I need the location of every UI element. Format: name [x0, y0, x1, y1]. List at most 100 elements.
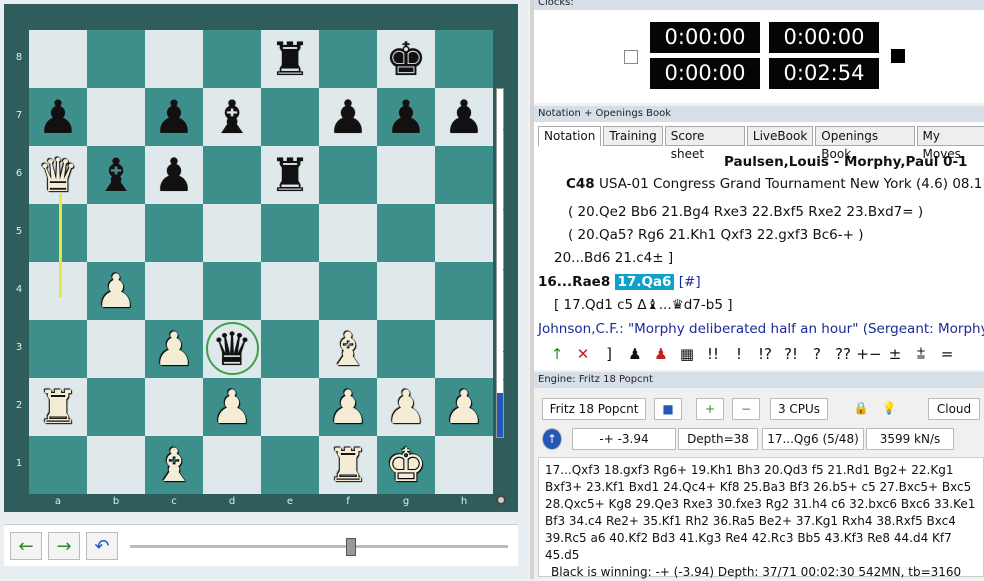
zoom-out-icon[interactable]: − [732, 398, 760, 420]
square-e3[interactable] [261, 320, 319, 378]
square-d2[interactable]: ♟ [203, 378, 261, 436]
notation-body[interactable]: Paulsen,Louis - Morphy,Paul 0-1 C48 USA-… [534, 150, 984, 340]
square-e8[interactable]: ♜ [261, 30, 319, 88]
square-g4[interactable] [377, 262, 435, 320]
square-d4[interactable] [203, 262, 261, 320]
tab-score-sheet[interactable]: Score sheet [665, 126, 745, 146]
square-a8[interactable] [29, 30, 87, 88]
board-settings-icon[interactable] [496, 495, 506, 505]
square-e2[interactable] [261, 378, 319, 436]
black-rook-icon[interactable]: ♜ [269, 36, 310, 82]
tab-notation[interactable]: Notation [538, 126, 601, 146]
square-d7[interactable]: ♝ [203, 88, 261, 146]
square-a5[interactable] [29, 204, 87, 262]
white-slightly-better-button[interactable]: ⩲ [908, 345, 934, 363]
cloud-button[interactable]: Cloud [928, 398, 980, 420]
square-c7[interactable]: ♟ [145, 88, 203, 146]
square-g8[interactable]: ♚ [377, 30, 435, 88]
square-b5[interactable] [87, 204, 145, 262]
variation-line-3[interactable]: 20...Bd6 21.c4± ] [554, 250, 673, 266]
black-bishop-icon[interactable]: ♝ [95, 152, 136, 198]
tab-training[interactable]: Training [603, 126, 662, 146]
zoom-in-icon[interactable]: + [696, 398, 724, 420]
black-bishop-icon[interactable]: ♝ [211, 94, 252, 140]
variation-line-5[interactable]: [ 17.Qd1 c5 Δ♝...♛d7-b5 ] [554, 297, 732, 313]
black-pawn-icon[interactable]: ♟ [385, 94, 426, 140]
square-d8[interactable] [203, 30, 261, 88]
square-h4[interactable] [435, 262, 493, 320]
square-b7[interactable] [87, 88, 145, 146]
mistake-button[interactable]: ? [804, 345, 830, 363]
dubious-button[interactable]: ?! [778, 345, 804, 363]
cpus-button[interactable]: 3 CPUs [770, 398, 828, 420]
move-slider-track[interactable] [130, 545, 508, 548]
blunder-button[interactable]: ?? [830, 345, 856, 363]
square-b1[interactable] [87, 436, 145, 494]
square-h8[interactable] [435, 30, 493, 88]
square-h5[interactable] [435, 204, 493, 262]
square-d5[interactable] [203, 204, 261, 262]
equal-button[interactable]: = [934, 345, 960, 363]
black-pawn-icon[interactable]: ♟ [327, 94, 368, 140]
square-g5[interactable] [377, 204, 435, 262]
square-e4[interactable] [261, 262, 319, 320]
square-e7[interactable] [261, 88, 319, 146]
undo-icon[interactable]: ↶ [86, 532, 118, 560]
square-g2[interactable]: ♟ [377, 378, 435, 436]
square-c8[interactable] [145, 30, 203, 88]
square-c2[interactable] [145, 378, 203, 436]
square-e1[interactable] [261, 436, 319, 494]
square-d1[interactable] [203, 436, 261, 494]
white-pawn-icon[interactable]: ♟ [443, 384, 484, 430]
white-pawn-icon[interactable]: ♟ [385, 384, 426, 430]
black-pawn-icon[interactable]: ♟ [37, 94, 78, 140]
square-a2[interactable]: ♜ [29, 378, 87, 436]
square-e5[interactable] [261, 204, 319, 262]
up-arrow-icon[interactable]: ↑ [544, 345, 570, 363]
bulb-icon[interactable]: 💡 [878, 398, 900, 420]
white-pawn-icon[interactable]: ♟ [211, 384, 252, 430]
square-a4[interactable] [29, 262, 87, 320]
lock-icon[interactable]: 🔒 [850, 398, 872, 420]
square-g7[interactable]: ♟ [377, 88, 435, 146]
square-h3[interactable] [435, 320, 493, 378]
forward-arrow-icon[interactable]: → [48, 532, 80, 560]
square-f6[interactable] [319, 146, 377, 204]
bracket-icon[interactable]: ] [596, 345, 622, 363]
square-a1[interactable] [29, 436, 87, 494]
engine-output[interactable]: 17...Qxf3 18.gxf3 Rg6+ 19.Kh1 Bh3 20.Qd3… [538, 457, 984, 577]
square-c3[interactable]: ♟ [145, 320, 203, 378]
move-slider-thumb[interactable] [346, 538, 356, 556]
white-pawn-icon[interactable]: ♟ [153, 326, 194, 372]
square-b6[interactable]: ♝ [87, 146, 145, 204]
tab-openings-book[interactable]: Openings Book [815, 126, 914, 146]
up-icon[interactable]: ↑ [542, 428, 562, 450]
square-c5[interactable] [145, 204, 203, 262]
white-king-icon[interactable]: ♚ [385, 442, 426, 488]
pawn-icon[interactable]: ♟ [622, 345, 648, 363]
square-a6[interactable]: ♛ [29, 146, 87, 204]
interesting-button[interactable]: !? [752, 345, 778, 363]
chessboard[interactable]: ♜♚♟♟♝♟♟♟♛♝♟♜♟♟♛♝♜♟♟♟♟♝♜♚ [29, 30, 493, 494]
square-h7[interactable]: ♟ [435, 88, 493, 146]
black-winning-button[interactable]: +− [856, 345, 882, 363]
square-h1[interactable] [435, 436, 493, 494]
delete-icon[interactable]: ✕ [570, 345, 596, 363]
square-b8[interactable] [87, 30, 145, 88]
square-f1[interactable]: ♜ [319, 436, 377, 494]
square-c1[interactable]: ♝ [145, 436, 203, 494]
square-f7[interactable]: ♟ [319, 88, 377, 146]
black-pawn-icon[interactable]: ♟ [153, 94, 194, 140]
square-f3[interactable]: ♝ [319, 320, 377, 378]
square-c6[interactable]: ♟ [145, 146, 203, 204]
stop-engine-icon[interactable]: ■ [654, 398, 682, 420]
white-queen-icon[interactable]: ♛ [37, 152, 78, 198]
square-d6[interactable] [203, 146, 261, 204]
current-move[interactable]: 17.Qa6 [615, 274, 675, 290]
white-rook-icon[interactable]: ♜ [327, 442, 368, 488]
black-pawn-icon[interactable]: ♟ [443, 94, 484, 140]
square-c4[interactable] [145, 262, 203, 320]
square-h6[interactable] [435, 146, 493, 204]
white-better-button[interactable]: ± [882, 345, 908, 363]
square-g3[interactable] [377, 320, 435, 378]
